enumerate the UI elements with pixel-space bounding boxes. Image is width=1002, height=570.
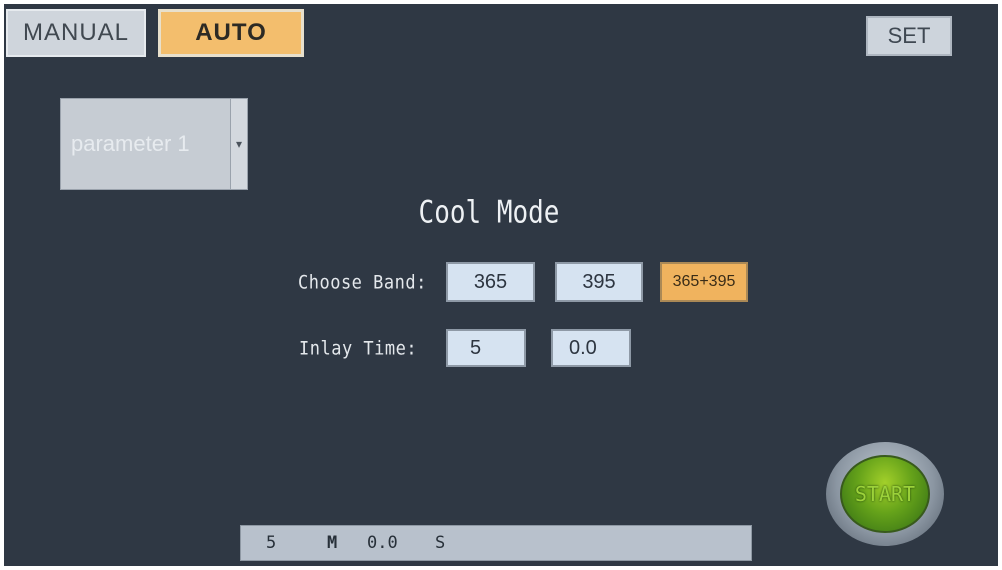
status-minutes: 5 — [266, 533, 277, 553]
status-minutes-unit: M — [327, 533, 338, 553]
band-395-button[interactable]: 395 — [555, 262, 643, 302]
auto-mode-button[interactable]: AUTO — [158, 9, 304, 57]
band-365-button[interactable]: 365 — [446, 262, 535, 302]
choose-band-label: Choose Band: — [298, 272, 427, 294]
inlay-time-seconds-input[interactable]: 0.0 — [551, 329, 631, 367]
start-button-label: START — [840, 455, 930, 533]
set-button[interactable]: SET — [866, 16, 952, 56]
start-button[interactable]: START — [826, 442, 944, 546]
status-seconds: 0.0 — [367, 533, 398, 553]
status-bar: 5 M 0.0 S — [240, 525, 752, 561]
parameter-select[interactable]: parameter 1 ▾ — [60, 98, 248, 190]
inlay-time-label: Inlay Time: — [299, 338, 418, 360]
band-365-395-button[interactable]: 365+395 — [660, 262, 748, 302]
status-seconds-unit: S — [435, 533, 446, 553]
mode-title: Cool Mode — [418, 195, 560, 231]
dropdown-arrow-icon[interactable]: ▾ — [230, 99, 247, 189]
inlay-time-minutes-input[interactable]: 5 — [446, 329, 526, 367]
hmi-screen: MANUAL AUTO SET parameter 1 ▾ Cool Mode … — [4, 4, 998, 566]
manual-mode-button[interactable]: MANUAL — [6, 9, 146, 57]
parameter-select-value: parameter 1 — [71, 131, 190, 156]
